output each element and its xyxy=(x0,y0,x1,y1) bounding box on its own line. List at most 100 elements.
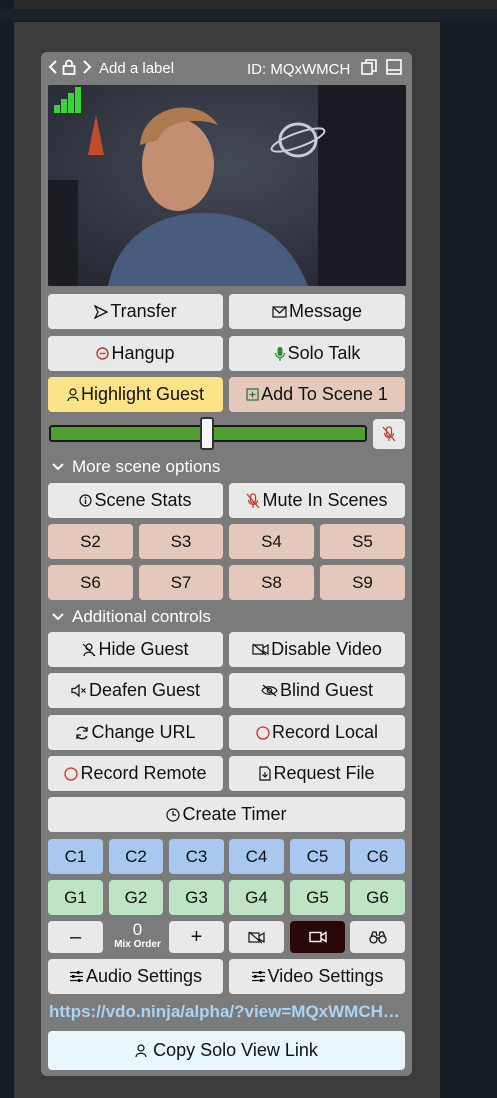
channel-button-c3[interactable]: C3 xyxy=(169,839,224,874)
hangup-button[interactable]: Hangup xyxy=(48,336,223,371)
chevron-left-icon[interactable] xyxy=(48,59,58,75)
highlight-guest-button[interactable]: Highlight Guest xyxy=(48,377,223,412)
highlight-guest-label: Highlight Guest xyxy=(80,384,205,404)
hide-person-icon xyxy=(83,642,96,656)
spotlight-button[interactable] xyxy=(350,921,405,953)
audio-settings-button[interactable]: Audio Settings xyxy=(48,959,223,994)
chevron-right-icon[interactable] xyxy=(82,59,92,75)
mix-order-label: Mix Order xyxy=(114,939,161,950)
channel-button-c4[interactable]: C4 xyxy=(229,839,284,874)
scene-button-s6[interactable]: S6 xyxy=(48,565,133,600)
deafen-guest-label: Deafen Guest xyxy=(88,680,201,700)
disable-video-label: Disable Video xyxy=(271,639,382,659)
message-label: Message xyxy=(288,301,363,321)
refresh-icon xyxy=(76,726,89,739)
top-strip xyxy=(0,9,497,21)
channel-button-c5[interactable]: C5 xyxy=(290,839,345,874)
additional-controls-label: Additional controls xyxy=(72,607,211,626)
create-timer-label: Create Timer xyxy=(182,804,287,824)
audio-settings-label: Audio Settings xyxy=(85,966,203,986)
video-frame-image xyxy=(48,85,406,286)
video-camera-toggle-button[interactable] xyxy=(290,921,345,953)
video-settings-button[interactable]: Video Settings xyxy=(229,959,405,994)
video-settings-label: Video Settings xyxy=(267,966,384,986)
record-remote-button[interactable]: Record Remote xyxy=(48,756,223,791)
record-local-button[interactable]: Record Local xyxy=(229,715,405,750)
mix-order-decrease-button[interactable]: – xyxy=(48,921,103,953)
request-file-button[interactable]: Request File xyxy=(229,756,405,791)
scene-button-s9[interactable]: S9 xyxy=(320,565,405,600)
volume-slider-handle[interactable] xyxy=(200,417,214,450)
plus-square-icon xyxy=(246,388,259,401)
chevron-down-icon xyxy=(52,613,64,621)
guest-video[interactable] xyxy=(48,85,406,286)
add-to-scene-label: Add To Scene 1 xyxy=(261,384,388,404)
create-timer-button[interactable]: Create Timer xyxy=(48,797,405,832)
scene-button-s2[interactable]: S2 xyxy=(48,524,133,559)
request-file-label: Request File xyxy=(273,763,375,783)
info-icon xyxy=(79,494,93,507)
muted-mic-icon xyxy=(246,492,260,508)
hangup-label: Hangup xyxy=(111,343,175,363)
chevron-down-icon xyxy=(52,463,64,471)
microphone-icon xyxy=(274,346,285,361)
person-icon xyxy=(67,387,79,401)
hide-guest-label: Hide Guest xyxy=(98,639,189,659)
sliders-icon xyxy=(69,971,83,982)
lock-icon[interactable] xyxy=(62,59,76,75)
person-icon xyxy=(135,1043,147,1057)
group-button-g4[interactable]: G4 xyxy=(229,880,284,915)
change-url-button[interactable]: Change URL xyxy=(48,715,223,750)
copy-solo-view-link-label: Copy Solo View Link xyxy=(153,1040,318,1060)
hide-guest-button[interactable]: Hide Guest xyxy=(48,632,223,667)
eye-slash-icon xyxy=(261,684,278,697)
more-scene-options-toggle[interactable]: More scene options xyxy=(52,457,220,477)
group-button-g6[interactable]: G6 xyxy=(350,880,405,915)
envelope-icon xyxy=(272,305,287,318)
scene-button-s3[interactable]: S3 xyxy=(139,524,223,559)
group-button-g2[interactable]: G2 xyxy=(109,880,163,915)
top-bar xyxy=(14,0,497,9)
mute-in-scenes-button[interactable]: Mute In Scenes xyxy=(229,483,405,518)
deafen-guest-button[interactable]: Deafen Guest xyxy=(48,673,223,708)
solo-view-link[interactable]: https://vdo.ninja/alpha/?view=MQxWMCH&so… xyxy=(49,1002,403,1022)
scene-button-s5[interactable]: S5 xyxy=(320,524,405,559)
transfer-button[interactable]: Transfer xyxy=(48,294,223,329)
additional-controls-toggle[interactable]: Additional controls xyxy=(52,607,211,627)
group-button-g3[interactable]: G3 xyxy=(169,880,224,915)
channel-button-c6[interactable]: C6 xyxy=(350,839,405,874)
file-icon xyxy=(259,766,272,781)
blind-guest-button[interactable]: Blind Guest xyxy=(229,673,405,708)
mix-order-value: 0 xyxy=(132,920,143,939)
scene-button-s7[interactable]: S7 xyxy=(139,565,223,600)
mute-guest-button[interactable] xyxy=(373,419,405,449)
blind-guest-label: Blind Guest xyxy=(279,680,374,700)
disable-video-toggle-button[interactable] xyxy=(229,921,284,953)
copy-solo-view-link-button[interactable]: Copy Solo View Link xyxy=(48,1031,405,1070)
binoculars-icon xyxy=(368,930,387,944)
mix-order: 0 Mix Order xyxy=(111,921,164,954)
camera-off-icon xyxy=(248,931,265,943)
sliders-icon xyxy=(251,971,265,982)
message-button[interactable]: Message xyxy=(229,294,405,329)
group-button-g1[interactable]: G1 xyxy=(48,880,103,915)
solo-talk-button[interactable]: Solo Talk xyxy=(229,336,405,371)
guest-label[interactable]: Add a label xyxy=(99,60,174,77)
camera-off-icon xyxy=(252,643,269,656)
record-circle-icon xyxy=(256,725,270,740)
group-button-g5[interactable]: G5 xyxy=(290,880,345,915)
muted-mic-icon xyxy=(382,426,396,442)
scene-button-s8[interactable]: S8 xyxy=(229,565,314,600)
channel-button-c2[interactable]: C2 xyxy=(109,839,163,874)
window-icon[interactable] xyxy=(386,59,402,75)
add-to-scene-button[interactable]: Add To Scene 1 xyxy=(229,377,405,412)
scene-button-s4[interactable]: S4 xyxy=(229,524,314,559)
solo-view-link-text: https://vdo.ninja/alpha/?view=MQxWMCH&so… xyxy=(49,1002,403,1021)
signal-bars-icon xyxy=(54,87,81,113)
disable-video-button[interactable]: Disable Video xyxy=(229,632,405,667)
scene-stats-button[interactable]: Scene Stats xyxy=(48,483,223,518)
record-local-label: Record Local xyxy=(271,722,379,742)
channel-button-c1[interactable]: C1 xyxy=(48,839,103,874)
copy-icon[interactable] xyxy=(361,59,377,75)
mix-order-increase-button[interactable]: + xyxy=(169,921,224,953)
